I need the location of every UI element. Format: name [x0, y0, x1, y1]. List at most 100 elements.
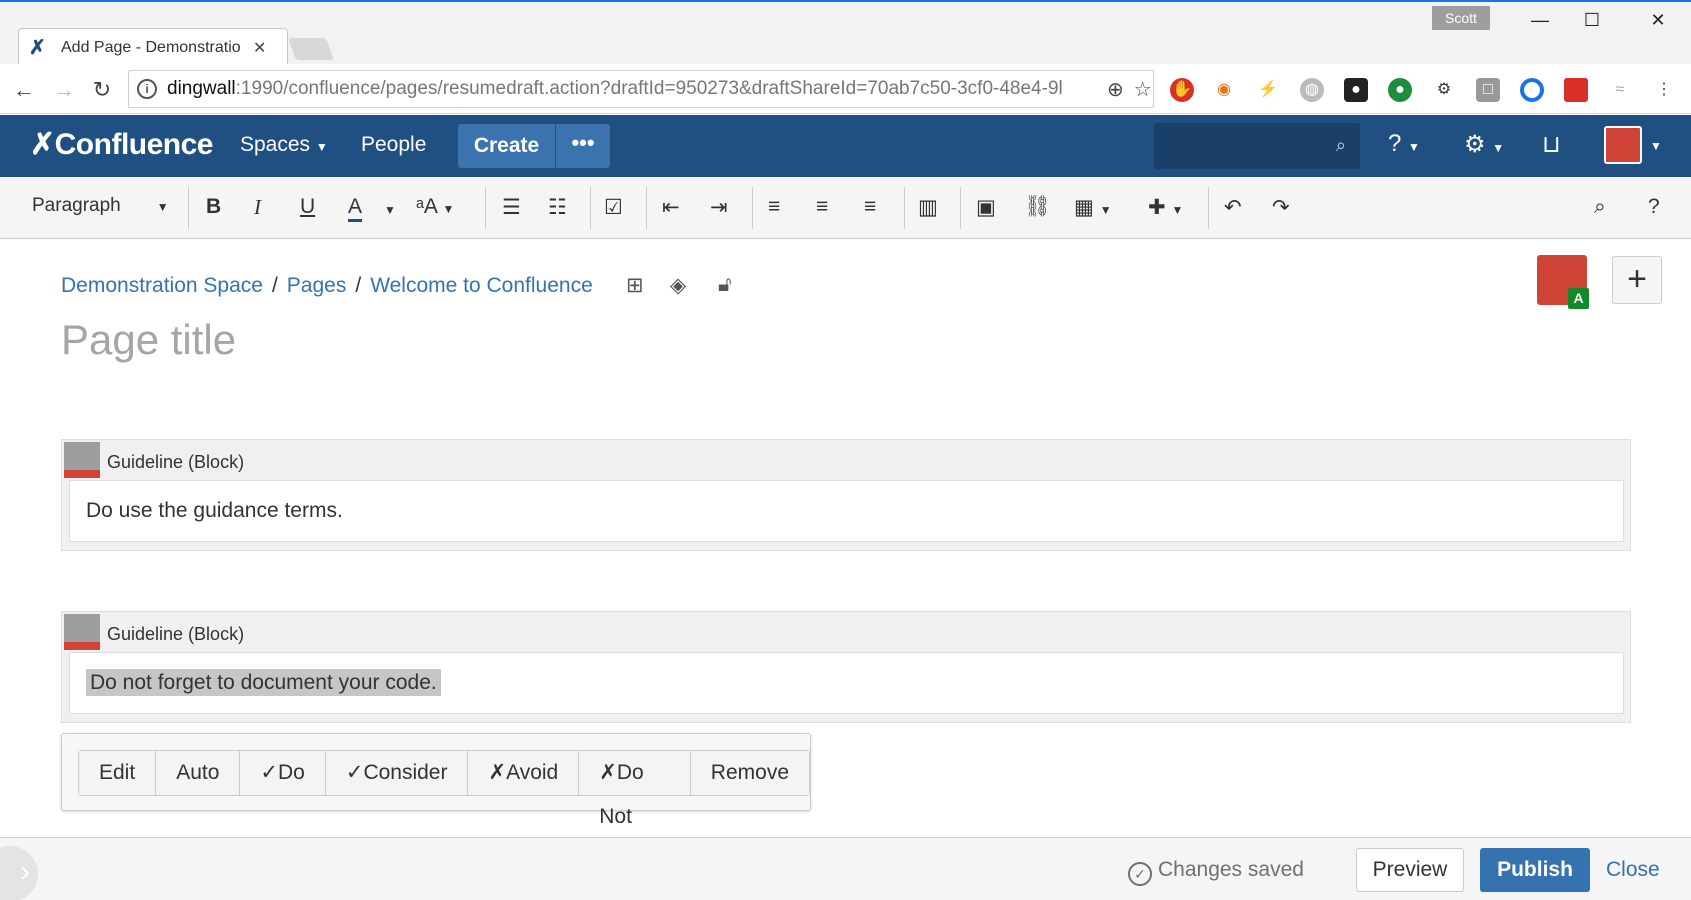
extension-eye-icon[interactable]: ◉ [1212, 78, 1236, 102]
help-icon[interactable]: ? ▼ [1388, 130, 1420, 158]
people-link[interactable]: People [361, 133, 426, 157]
forward-icon[interactable]: → [50, 76, 78, 104]
page-tree-icon[interactable]: ⊞ [626, 273, 644, 298]
outdent-icon[interactable]: ⇤ [662, 195, 680, 220]
tab-close-icon[interactable]: ✕ [253, 38, 266, 58]
extension-globe-icon[interactable]: ◍ [1300, 78, 1324, 102]
save-status: ✓ Changes saved [1128, 858, 1304, 886]
restrictions-lock-icon[interactable]: 🔓︎ [718, 273, 732, 297]
breadcrumb-parent[interactable]: Welcome to Confluence [370, 274, 593, 297]
preview-button[interactable]: Preview [1356, 848, 1464, 892]
extension-tampermonkey-icon[interactable]: ● [1344, 78, 1368, 102]
do-button[interactable]: ✓Do [240, 751, 326, 795]
redo-icon[interactable]: ↷ [1272, 195, 1290, 220]
minimize-icon[interactable]: — [1520, 10, 1560, 34]
underline-icon[interactable]: U [300, 195, 315, 219]
search-input[interactable]: ⌕ [1154, 123, 1360, 169]
numbered-list-icon[interactable]: ☷ [548, 195, 567, 220]
url-input[interactable]: i dingwall:1990/confluence/pages/resumed… [128, 70, 1154, 108]
check-circle-icon: ✓ [1128, 862, 1152, 886]
breadcrumb-space[interactable]: Demonstration Space [61, 274, 263, 297]
user-avatar[interactable] [1604, 126, 1642, 164]
property-button-group: Edit Auto ✓Do ✓Consider ✗Avoid ✗Do Not R… [78, 750, 810, 828]
insert-image-icon[interactable]: ▣ [976, 195, 996, 220]
breadcrumb: Demonstration Space / Pages / Welcome to Con… [61, 274, 593, 298]
maximize-icon[interactable]: ☐ [1572, 10, 1612, 34]
publish-button[interactable]: Publish [1480, 848, 1590, 892]
macro-body[interactable]: Do use the guidance terms. [69, 480, 1624, 542]
tab-title: Add Page - Demonstration Space [61, 38, 241, 56]
avatar-chevron-down-icon[interactable]: ▼ [1650, 139, 1662, 153]
invite-add-button[interactable]: + [1612, 256, 1662, 304]
notifications-icon[interactable]: ⊔ [1542, 130, 1561, 159]
paragraph-style-value: Paragraph [32, 195, 121, 216]
create-button[interactable]: Create [458, 124, 555, 168]
reload-icon[interactable]: ↻ [88, 76, 116, 104]
do-not-button[interactable]: ✗Do Not [579, 751, 691, 828]
guideline-macro[interactable]: Guideline (Block) Do not forget to docum… [61, 611, 1631, 723]
italic-icon[interactable]: I [254, 195, 261, 220]
extension-leaf-icon[interactable]: ≈ [1608, 78, 1632, 102]
edit-button[interactable]: Edit [79, 751, 157, 795]
label-tag-icon[interactable]: ◈ [670, 273, 686, 298]
bookmark-star-icon[interactable]: ☆ [1134, 77, 1152, 102]
insert-more-icon[interactable]: ✚ ▼ [1148, 195, 1183, 220]
insert-link-icon[interactable]: ⛓ [1024, 195, 1051, 219]
new-tab-button[interactable] [287, 38, 335, 60]
align-left-icon[interactable]: ≡ [768, 195, 780, 219]
close-link[interactable]: Close [1606, 858, 1660, 882]
text-format-icon[interactable]: ᵃA ▼ [416, 195, 454, 219]
macro-icon [64, 442, 100, 478]
extension-gear-icon[interactable]: ⚙ [1432, 78, 1456, 102]
extension-ring-icon[interactable] [1520, 78, 1544, 102]
bold-icon[interactable]: B [206, 195, 221, 219]
macro-body-text: Do not forget to document your code. [86, 669, 441, 696]
spaces-label: Spaces [240, 133, 311, 156]
editor-help-icon[interactable]: ? [1648, 195, 1660, 219]
extension-square-icon[interactable]: □ [1476, 78, 1500, 102]
guideline-macro[interactable]: Guideline (Block) Do use the guidance te… [61, 439, 1631, 551]
editor-footer: › ✓ Changes saved Preview Publish Close [0, 837, 1691, 900]
undo-icon[interactable]: ↶ [1224, 195, 1242, 220]
text-color-icon[interactable]: A [348, 195, 363, 222]
insert-table-icon[interactable]: ▦ ▼ [1074, 195, 1112, 220]
window-close-icon[interactable]: ✕ [1638, 10, 1678, 34]
page-title-input[interactable]: Page title [61, 316, 236, 364]
gear-icon[interactable]: ⚙ ▼ [1464, 130, 1504, 159]
remove-button[interactable]: Remove [690, 751, 809, 795]
extension-pdf-icon[interactable] [1564, 78, 1588, 102]
page-layout-icon[interactable]: ▥ [918, 195, 938, 220]
spaces-menu[interactable]: Spaces ▼ [240, 133, 328, 157]
browser-titlebar: ✗ Add Page - Demonstration Space ✕ Scott… [0, 0, 1691, 66]
extension-stop-icon[interactable]: ✋ [1170, 78, 1194, 102]
sidebar-toggle-chevron-icon[interactable]: › [0, 846, 38, 900]
task-list-icon[interactable]: ☑ [604, 195, 623, 220]
auto-button[interactable]: Auto [156, 751, 241, 795]
indent-icon[interactable]: ⇥ [710, 195, 728, 220]
paragraph-style-select[interactable]: Paragraph ▼ [32, 195, 169, 217]
profile-badge[interactable]: Scott [1432, 6, 1490, 30]
breadcrumb-separator: / [271, 274, 278, 297]
bullet-list-icon[interactable]: ☰ [502, 195, 521, 220]
find-replace-icon[interactable]: ⌕ [1594, 195, 1606, 219]
browser-tab[interactable]: ✗ Add Page - Demonstration Space ✕ [18, 28, 288, 66]
consider-button[interactable]: ✓Consider [325, 751, 469, 795]
macro-title: Guideline (Block) [107, 452, 245, 472]
confluence-logo-icon: ✗ [30, 128, 55, 161]
align-right-icon[interactable]: ≡ [864, 195, 876, 219]
extension-bolt-icon[interactable]: ⚡ [1256, 78, 1280, 102]
toolbar-divider [960, 187, 961, 229]
extension-chat-icon[interactable]: ● [1388, 78, 1412, 102]
avoid-button[interactable]: ✗Avoid [468, 751, 580, 795]
chrome-menu-icon[interactable]: ⋮ [1652, 78, 1676, 102]
create-more-button[interactable]: ••• [556, 124, 610, 168]
zoom-icon[interactable]: ⊕ [1107, 77, 1124, 102]
info-icon[interactable]: i [137, 79, 157, 99]
url-text: dingwall:1990/confluence/pages/resumedra… [167, 78, 1063, 99]
back-icon[interactable]: ← [10, 76, 38, 104]
confluence-logo[interactable]: ✗Confluence [30, 127, 214, 162]
macro-body[interactable]: Do not forget to document your code. [69, 652, 1624, 714]
text-color-chevron-icon[interactable]: ▼ [384, 203, 396, 217]
align-center-icon[interactable]: ≡ [816, 195, 828, 219]
breadcrumb-pages[interactable]: Pages [287, 274, 347, 297]
